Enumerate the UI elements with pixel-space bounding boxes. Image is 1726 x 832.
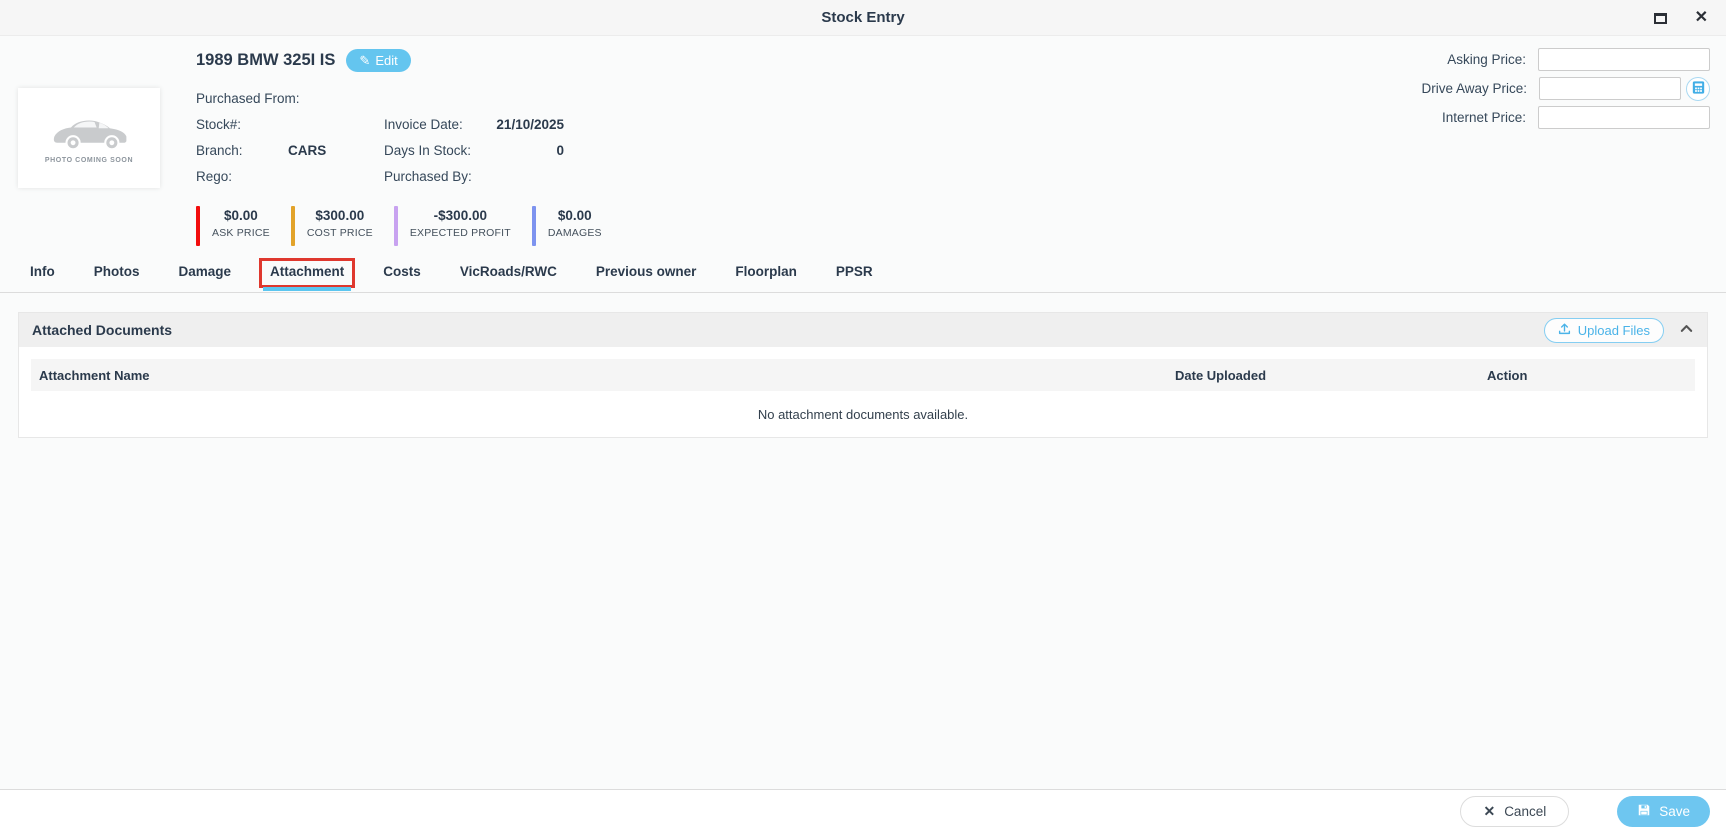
- column-attachment-name: Attachment Name: [39, 367, 150, 383]
- tab-bar: Info Photos Damage Attachment Costs VicR…: [0, 258, 1726, 293]
- damages-label: DAMAGES: [547, 227, 602, 239]
- days-in-stock-value: 0: [556, 143, 564, 158]
- ask-price-color-bar: [196, 206, 200, 246]
- vehicle-header: 1989 BMW 325I IS ✎ Edit: [196, 49, 411, 72]
- window-titlebar: Stock Entry ✕: [0, 0, 1726, 36]
- cancel-button[interactable]: ✕ Cancel: [1460, 795, 1570, 827]
- attached-documents-title: Attached Documents: [32, 322, 173, 338]
- ask-price-label: ASK PRICE: [212, 227, 270, 239]
- vehicle-photo-placeholder: PHOTO COMING SOON: [18, 88, 160, 188]
- cost-price-badge: $300.00 COST PRICE: [290, 206, 373, 246]
- attachments-table: Attachment Name Date Uploaded Action No …: [19, 347, 1707, 437]
- tab-photos[interactable]: Photos: [94, 262, 140, 289]
- cancel-button-label: Cancel: [1504, 803, 1547, 819]
- chevron-up-icon: [1679, 321, 1694, 339]
- purchased-by-value: [490, 169, 564, 185]
- vehicle-title: 1989 BMW 325I IS: [196, 51, 336, 69]
- photo-coming-soon-label: PHOTO COMING SOON: [44, 156, 134, 164]
- cancel-x-icon: ✕: [1483, 802, 1496, 819]
- save-button-label: Save: [1659, 803, 1690, 819]
- stock-number-label: Stock#:: [196, 117, 242, 132]
- drive-away-calculator-button[interactable]: [1686, 76, 1710, 101]
- branch-value: CARS: [288, 143, 327, 158]
- internet-price-input[interactable]: [1538, 106, 1710, 129]
- cost-price-color-bar: [290, 206, 295, 246]
- tab-floorplan[interactable]: Floorplan: [735, 262, 797, 289]
- dialog-footer: ✕ Cancel Save: [0, 789, 1726, 832]
- floppy-disk-icon: [1637, 803, 1651, 820]
- drive-away-price-input[interactable]: [1539, 77, 1681, 100]
- purchased-from-label: Purchased From:: [196, 91, 300, 106]
- rego-label: Rego:: [196, 169, 233, 184]
- invoice-date-value: 21/10/2025: [496, 117, 564, 132]
- branch-label: Branch:: [196, 143, 243, 158]
- tab-costs[interactable]: Costs: [383, 262, 421, 289]
- expected-profit-label: EXPECTED PROFIT: [409, 227, 511, 239]
- vehicle-fields: Purchased From: Stock#: Invoice Date: 21…: [196, 91, 564, 185]
- window-controls: ✕: [1653, 0, 1708, 36]
- tab-ppsr[interactable]: PPSR: [836, 262, 873, 289]
- upload-icon: [1558, 322, 1571, 338]
- days-in-stock-label: Days In Stock:: [384, 143, 472, 158]
- edit-button[interactable]: ✎ Edit: [346, 49, 411, 72]
- rego-value: [288, 169, 384, 185]
- close-icon[interactable]: ✕: [1695, 10, 1708, 26]
- internet-price-label: Internet Price:: [1441, 110, 1526, 125]
- upload-files-button[interactable]: Upload Files: [1543, 317, 1664, 343]
- damages-badge: $0.00 DAMAGES: [531, 206, 602, 246]
- asking-price-label: Asking Price:: [1447, 52, 1526, 67]
- drive-away-price-label: Drive Away Price:: [1421, 81, 1527, 96]
- empty-attachments-message: No attachment documents available.: [757, 406, 969, 422]
- purchased-by-label: Purchased By:: [384, 169, 472, 184]
- attachments-table-header: Attachment Name Date Uploaded Action: [31, 359, 1695, 391]
- save-button[interactable]: Save: [1617, 795, 1710, 827]
- column-action: Action: [1487, 367, 1528, 383]
- price-summary-badges: $0.00 ASK PRICE $300.00 COST PRICE -$300…: [196, 206, 623, 246]
- ask-price-badge: $0.00 ASK PRICE: [196, 206, 270, 246]
- upload-files-label: Upload Files: [1577, 322, 1650, 338]
- attached-documents-header: Attached Documents Upload Files: [19, 313, 1707, 347]
- ask-price-value: $0.00: [224, 208, 258, 223]
- tab-info[interactable]: Info: [30, 262, 55, 289]
- stock-number-value: [288, 117, 384, 133]
- damages-color-bar: [531, 206, 536, 246]
- edit-button-label: Edit: [375, 53, 398, 68]
- pencil-icon: ✎: [359, 52, 371, 68]
- tab-damage[interactable]: Damage: [179, 262, 232, 289]
- tab-vicroads-rwc[interactable]: VicRoads/RWC: [460, 262, 557, 289]
- damages-value: $0.00: [557, 208, 592, 223]
- pricing-panel: Asking Price: Drive Away Price: Internet…: [1421, 48, 1710, 135]
- cost-price-label: COST PRICE: [306, 227, 373, 239]
- cost-price-value: $300.00: [315, 208, 365, 223]
- expected-profit-value: -$300.00: [433, 208, 487, 223]
- expected-profit-color-bar: [393, 206, 398, 246]
- tab-attachment[interactable]: Attachment: [259, 258, 356, 291]
- tab-previous-owner[interactable]: Previous owner: [596, 262, 697, 289]
- window-title: Stock Entry: [821, 9, 905, 26]
- invoice-date-label: Invoice Date:: [384, 117, 463, 132]
- calculator-icon: [1692, 80, 1705, 97]
- car-silhouette-icon: [47, 113, 131, 154]
- asking-price-input[interactable]: [1538, 48, 1710, 71]
- collapse-panel-button[interactable]: [1679, 321, 1694, 339]
- expected-profit-badge: -$300.00 EXPECTED PROFIT: [393, 206, 511, 246]
- column-date-uploaded: Date Uploaded: [1175, 367, 1267, 383]
- maximize-icon[interactable]: [1653, 12, 1667, 24]
- attached-documents-panel: Attached Documents Upload Files Attachme…: [18, 312, 1708, 438]
